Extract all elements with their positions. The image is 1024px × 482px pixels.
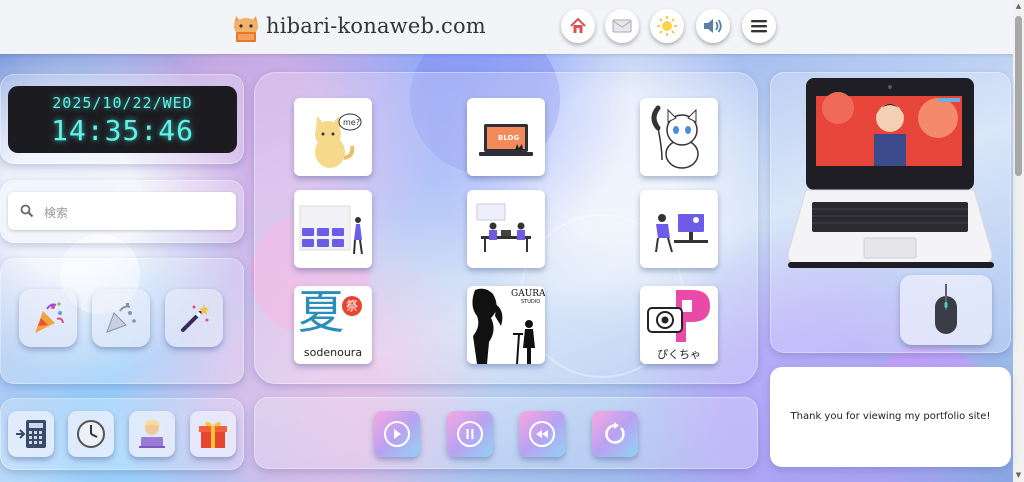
magic-wand-icon (181, 304, 209, 332)
tile-label: sodenoura (303, 346, 363, 359)
thanks-card: Thank you for viewing my portfolio site! (770, 367, 1011, 467)
menu-button[interactable] (742, 9, 776, 43)
hamburger-menu-icon (751, 20, 767, 33)
computer-mouse-icon (935, 284, 957, 334)
search-placeholder: 検索 (44, 206, 69, 220)
speaker-icon (704, 19, 722, 33)
meeting-icon (476, 203, 531, 252)
rewind-icon (529, 421, 555, 447)
laptop-illustration (788, 78, 994, 268)
confetti-popper-button[interactable] (92, 289, 150, 347)
gift-icon (199, 421, 227, 448)
natsu-kanji: 夏 (298, 286, 344, 339)
cat-phone-icon (651, 105, 699, 169)
party-popper-icon (35, 302, 64, 333)
sun-icon (657, 16, 677, 36)
work-desk-tile[interactable] (640, 190, 718, 268)
mail-icon (612, 19, 632, 33)
theme-toggle-button[interactable] (650, 9, 684, 43)
tile-badge: BLOG (498, 134, 520, 142)
scroll-up-arrow-icon[interactable]: ▲ (1014, 2, 1023, 11)
digital-clock: 2025/10/22/WED 14:35:46 (8, 86, 237, 153)
play-button[interactable] (374, 411, 420, 457)
thanks-message: Thank you for viewing my portfolio site! (790, 411, 991, 422)
profile-button[interactable] (129, 411, 175, 457)
home-button[interactable] (561, 9, 595, 43)
pause-button[interactable] (447, 411, 493, 457)
cat-laptop-logo-icon[interactable] (230, 13, 262, 43)
gaura-studio-tile[interactable]: GAURA STUDIO (467, 286, 545, 364)
meeting-illustration-tile[interactable] (467, 190, 545, 268)
avatar-laptop-icon (139, 419, 165, 448)
cat-phone-tile[interactable] (640, 98, 718, 176)
pikucha-tile[interactable]: ぴくちゃ (640, 286, 718, 364)
tile-badge: me? (343, 118, 360, 127)
tile-sublabel: STUDIO (521, 299, 541, 305)
natsu-matsuri-tile[interactable]: 夏 祭 sodenoura (294, 286, 372, 364)
search-icon (20, 204, 34, 218)
scroll-down-arrow-icon[interactable]: ▼ (1014, 471, 1023, 480)
mail-button[interactable] (605, 9, 639, 43)
mouse-button[interactable] (900, 275, 992, 345)
clock-icon (77, 420, 105, 448)
play-icon (384, 421, 410, 447)
pause-icon (457, 421, 483, 447)
tile-label: GAURA (511, 289, 545, 299)
scrollbar-thumb[interactable] (1015, 16, 1022, 176)
tile-label: ぴくちゃ (657, 348, 701, 361)
sound-button[interactable] (696, 9, 730, 43)
site-header: hibari-konaweb.com (0, 0, 1013, 54)
matsuri-badge: 祭 (342, 296, 362, 316)
clock-date: 2025/10/22/WED (52, 94, 193, 112)
home-icon (570, 17, 586, 33)
web-layout-icon (299, 205, 363, 255)
replay-button[interactable] (592, 411, 638, 457)
calculator-icon (16, 420, 46, 448)
gift-button[interactable] (190, 411, 236, 457)
site-title[interactable]: hibari-konaweb.com (266, 14, 486, 38)
search-input[interactable]: 検索 (8, 192, 236, 230)
blog-tile[interactable]: BLOG (467, 98, 545, 176)
clock-time: 14:35:46 (51, 114, 194, 147)
party-popper-button[interactable] (19, 289, 77, 347)
rewind-button[interactable] (519, 411, 565, 457)
replay-icon (602, 421, 628, 447)
calculator-button[interactable] (8, 411, 54, 457)
clock-button[interactable] (68, 411, 114, 457)
cat-thinking-icon (315, 113, 362, 168)
magic-wand-button[interactable] (165, 289, 223, 347)
cat-me-tile[interactable]: me? (294, 98, 372, 176)
confetti-popper-icon (106, 303, 136, 333)
work-desk-icon (655, 214, 708, 253)
website-design-tile[interactable] (294, 190, 372, 268)
media-panel (254, 397, 758, 469)
